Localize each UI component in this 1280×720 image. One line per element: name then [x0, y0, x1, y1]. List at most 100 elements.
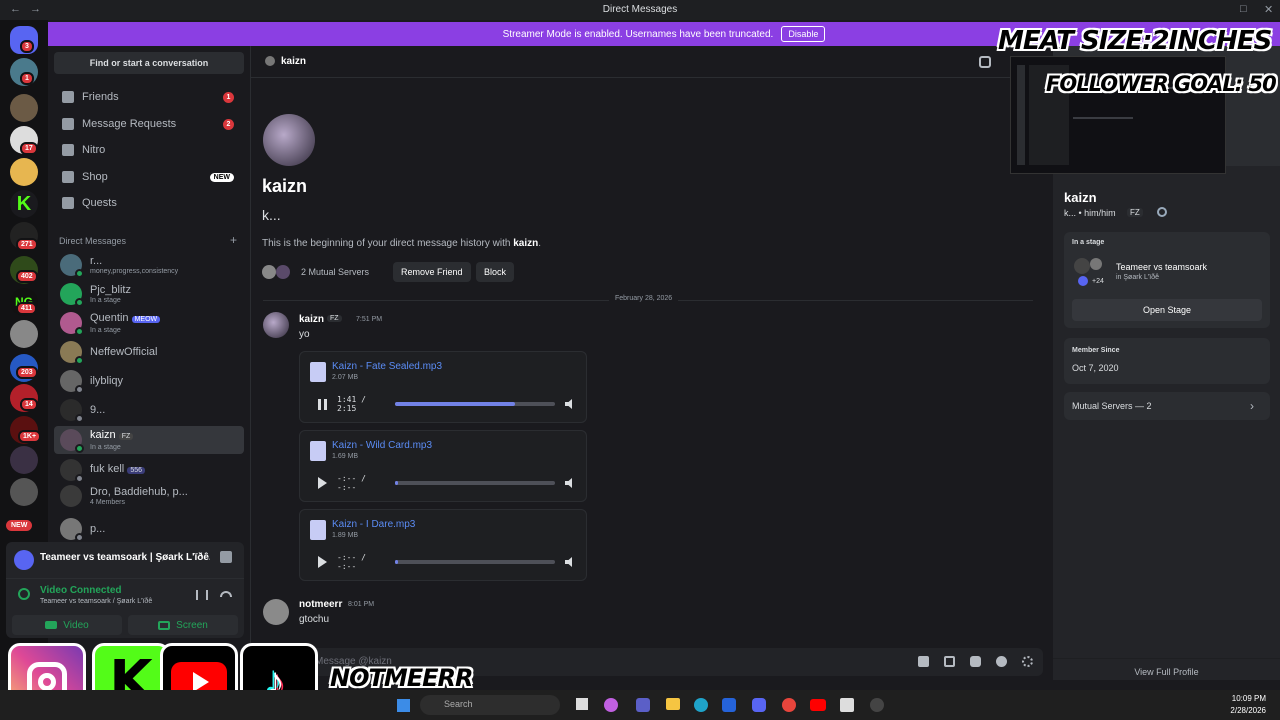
taskbar-search[interactable]: Search [420, 695, 560, 715]
audio-progress[interactable] [395, 560, 555, 564]
remove-friend-button[interactable]: Remove Friend [393, 262, 471, 282]
taskbar-time[interactable]: 10:09 PM [1210, 694, 1266, 703]
discord-taskbar-icon[interactable] [752, 698, 766, 712]
dm-name: Dro, Baddiehub, p... [90, 485, 188, 498]
intro-text: This is the beginning of your direct mes… [262, 238, 542, 249]
file-explorer-icon[interactable] [666, 698, 680, 710]
youtube-taskbar-icon[interactable] [810, 699, 826, 711]
dm-item[interactable]: ilybliqy [54, 367, 244, 395]
play-icon[interactable] [318, 556, 327, 568]
voice-status[interactable]: Video Connected [40, 585, 122, 596]
store-icon[interactable] [722, 698, 736, 712]
dm-item[interactable]: Pjc_blitz In a stage [54, 280, 244, 308]
sticker-icon[interactable] [970, 656, 981, 667]
dm-item[interactable]: fuk kell 556 [54, 456, 244, 484]
gift-icon[interactable] [918, 656, 929, 667]
attachment-filename[interactable]: Kaizn - Fate Sealed.mp3 [332, 361, 442, 372]
avatar [60, 459, 84, 483]
audio-time: 1:41 / 2:15 [337, 395, 366, 413]
message-avatar[interactable] [263, 312, 289, 338]
popout-icon[interactable] [220, 551, 232, 563]
chrome-icon[interactable] [782, 698, 796, 712]
dm-item[interactable]: r... money,progress,consistency [54, 251, 244, 279]
edge-icon[interactable] [694, 698, 708, 712]
volume-icon[interactable] [565, 557, 572, 567]
taskbar-date[interactable]: 2/28/2026 [1210, 706, 1266, 715]
apps-icon[interactable] [1022, 656, 1033, 667]
nav-friends[interactable]: Friends 1 [54, 85, 244, 109]
gif-icon[interactable] [944, 656, 955, 667]
attachment-filename[interactable]: Kaizn - I Dare.mp3 [332, 519, 415, 530]
header-name[interactable]: kaizn [281, 56, 306, 67]
obs-icon[interactable] [870, 698, 884, 712]
banner-text: Streamer Mode is enabled. Usernames have… [502, 28, 774, 40]
profile-tag: FZ [1127, 208, 1143, 217]
dm-item[interactable]: 9... [54, 396, 244, 424]
server-icon[interactable] [10, 320, 38, 348]
dm-item[interactable]: p... [54, 515, 244, 543]
message-author[interactable]: kaizn [299, 314, 324, 325]
server-icon[interactable] [10, 446, 38, 474]
teams-icon[interactable] [636, 698, 650, 712]
dm-name: Quentin MEOW [90, 312, 161, 326]
call-icon[interactable] [979, 56, 991, 68]
disconnect-icon[interactable] [220, 591, 232, 597]
copilot-icon[interactable] [604, 698, 618, 712]
dm-item[interactable]: Quentin MEOW In a stage [54, 309, 244, 337]
member-since-label: Member Since [1072, 347, 1120, 354]
audio-progress[interactable] [395, 402, 555, 406]
audio-progress-fill [395, 402, 515, 406]
disable-button[interactable]: Disable [781, 26, 826, 42]
volume-icon[interactable] [565, 399, 572, 409]
view-full-profile-link[interactable]: View Full Profile [1053, 667, 1280, 677]
audio-attachment: Kaizn - Fate Sealed.mp3 2.07 MB 1:41 / 2… [299, 351, 587, 423]
mutual-servers-row[interactable]: Mutual Servers — 2 › [1064, 392, 1270, 420]
noise-suppression-icon[interactable] [196, 590, 208, 600]
emoji-icon[interactable] [996, 656, 1007, 667]
voice-channel[interactable]: Teameer vs teamsoark / Şøark L'ïðê [40, 598, 152, 605]
stage-name[interactable]: Teameer vs teamsoark [1116, 262, 1207, 272]
server-icon[interactable] [10, 478, 38, 506]
message-text: gtochu [299, 614, 330, 625]
mutual-servers-link[interactable]: 2 Mutual Servers [301, 267, 369, 277]
message-avatar[interactable] [263, 599, 289, 625]
windows-start-icon[interactable] [397, 699, 410, 712]
stage-avatar [1090, 258, 1102, 270]
stage-card: In a stage +24 Teameer vs teamsoark in Ş… [1064, 232, 1270, 328]
video-button[interactable]: Video [12, 615, 122, 635]
nav-nitro[interactable]: Nitro [54, 138, 244, 162]
audio-progress[interactable] [395, 481, 555, 485]
dm-item-active[interactable]: kaizn FZ In a stage [54, 426, 244, 454]
block-button[interactable]: Block [476, 262, 515, 282]
nav-message-requests[interactable]: Message Requests 2 [54, 112, 244, 136]
friends-badge: 1 [223, 91, 234, 103]
play-icon[interactable] [318, 477, 327, 489]
find-conversation-button[interactable]: Find or start a conversation [54, 52, 244, 74]
screen-share-button[interactable]: Screen [128, 615, 238, 635]
kick-server-icon[interactable]: K [10, 190, 38, 218]
stage-title[interactable]: Teameer vs teamsoark | Şøark L'ïðê... [40, 552, 210, 563]
profile-avatar-large[interactable] [263, 114, 315, 166]
message-time: 8:01 PM [348, 601, 375, 608]
server-icon[interactable] [10, 94, 38, 122]
close-icon[interactable]: ✕ [1264, 3, 1273, 16]
volume-icon[interactable] [565, 478, 572, 488]
server-icon[interactable] [10, 158, 38, 186]
dm-item[interactable]: NeffewOfficial [54, 338, 244, 366]
maximize-icon[interactable]: □ [1240, 3, 1247, 15]
nav-quests[interactable]: Quests [54, 191, 244, 215]
open-stage-button[interactable]: Open Stage [1072, 299, 1262, 321]
pause-icon[interactable] [318, 398, 327, 410]
attachment-filename[interactable]: Kaizn - Wild Card.mp3 [332, 440, 432, 451]
dm-item[interactable]: Dro, Baddiehub, p... 4 Members [54, 482, 244, 510]
taskbar-search-label: Search [444, 699, 473, 709]
create-dm-plus-icon[interactable]: + [230, 233, 237, 247]
message-author[interactable]: notmeerr [299, 599, 342, 610]
taskview-icon[interactable] [576, 698, 588, 710]
audio-attachment: Kaizn - I Dare.mp3 1.89 MB -:-- / -:-- [299, 509, 587, 581]
app-icon[interactable] [840, 698, 854, 712]
nav-shop[interactable]: Shop NEW [54, 165, 244, 189]
video-label: Video [63, 619, 89, 631]
dm-name: r... [90, 254, 103, 267]
nav-label: Friends [82, 91, 119, 103]
